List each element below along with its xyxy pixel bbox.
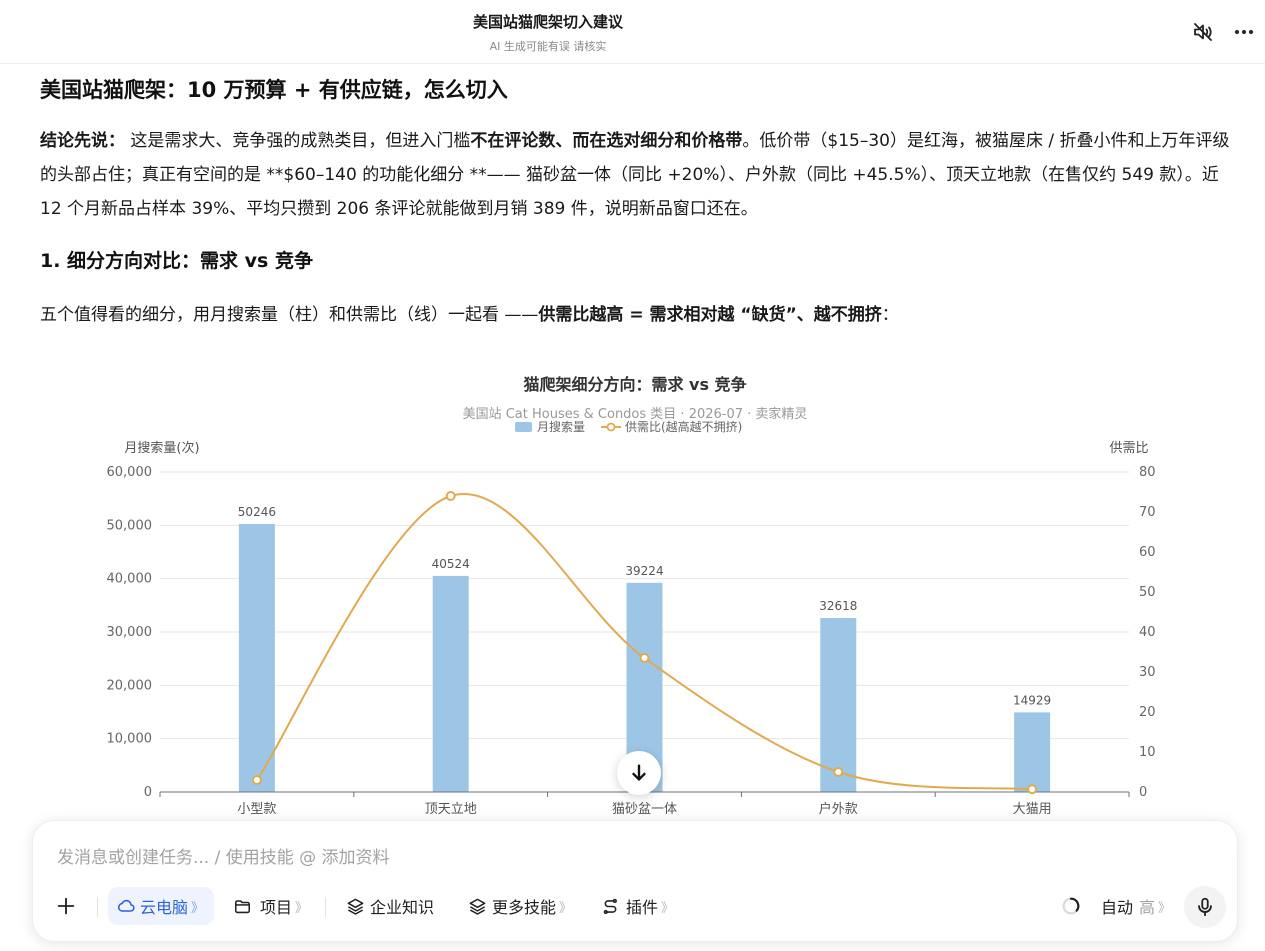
y-tick-label: 20,000 (107, 678, 153, 693)
section-intro-text-2: ： (881, 305, 899, 325)
project-button[interactable]: 项目 》 (233, 887, 308, 925)
legend-bar-label: 月搜索量 (537, 419, 585, 434)
section-intro-text-1: 五个值得看的细分，用月搜索量（柱）和供需比（线）一起看 —— (40, 305, 539, 325)
conversation-title: 美国站猫爬架切入建议 (472, 13, 623, 31)
y2-tick-label: 30 (1139, 665, 1156, 680)
enterprise-knowledge-button[interactable]: 企业知识 (346, 887, 434, 925)
bar-value-label: 40524 (432, 557, 470, 571)
ratio-point-顶天立地 (445, 491, 456, 501)
y2-tick-label: 10 (1139, 745, 1156, 760)
folder-icon (235, 899, 250, 913)
arrow-down-icon (632, 764, 646, 781)
y2-tick-label: 60 (1139, 545, 1156, 560)
microphone-icon (1198, 897, 1212, 917)
more-skills-label: 更多技能 (492, 898, 557, 917)
y2-axis-label: 供需比 (1109, 441, 1148, 456)
chevron-right-icon: 》 (559, 900, 573, 916)
project-label: 项目 (260, 898, 293, 917)
bar-value-label: 50246 (238, 505, 276, 519)
composer-toolbar: 云电脑 》 项目 》 企业知识 更多技能 》 插件 》 自动 高 》 (33, 886, 1239, 928)
level-label: 高 (1139, 898, 1156, 917)
loading-ring-icon (1059, 887, 1083, 925)
legend-line-label: 供需比(越高越不拥挤) (625, 419, 742, 434)
layers-icon (469, 898, 486, 915)
ratio-point-户外款 (833, 767, 844, 777)
chevron-right-icon: 》 (191, 900, 205, 916)
scroll-to-bottom-button[interactable] (617, 751, 661, 795)
y-axis-ticks: 0 10,000 20,000 30,000 40,000 50,000 60,000 (107, 465, 153, 800)
y-tick-label: 0 (144, 785, 152, 800)
y-tick-label: 50,000 (107, 518, 153, 533)
bar-value-label: 32618 (819, 599, 857, 613)
x-tick-label: 猫砂盆一体 (612, 802, 677, 817)
message-input[interactable]: 发消息或创建任务... / 使用技能 @ 添加资料 (57, 843, 390, 868)
top-bar: 美国站猫爬架切入建议 AI 生成可能有误 请核实 (0, 0, 1265, 64)
layers-icon (347, 898, 364, 915)
message-composer: 发消息或创建任务... / 使用技能 @ 添加资料 云电脑 》 项目 》 企业知… (32, 820, 1238, 942)
plugin-icon (603, 898, 617, 914)
chart-title: 猫爬架细分方向：需求 vs 竞争 (523, 375, 746, 394)
ratio-point-猫砂盆一体 (639, 653, 650, 663)
section-intro-emphasis: 供需比越高 = 需求相对越 “缺货”、越不拥挤 (538, 305, 882, 325)
legend-bar-swatch (515, 422, 532, 432)
ratio-point-小型款 (251, 775, 262, 785)
x-tick-label: 小型款 (237, 802, 276, 817)
conclusion-emphasis: 不在评论数、而在选对细分和价格带 (470, 131, 743, 151)
chart-legend[interactable]: 月搜索量 供需比(越高越不拥挤) (515, 419, 742, 434)
y2-tick-label: 0 (1139, 785, 1147, 800)
toolbar-divider (325, 897, 326, 917)
bar-顶天立地 (432, 575, 469, 792)
y-tick-label: 40,000 (107, 572, 153, 587)
speaker-muted-icon[interactable] (1189, 18, 1217, 46)
section-heading: 1. 细分方向对比：需求 vs 竞争 (40, 250, 313, 272)
bar-户外款 (820, 618, 857, 792)
bar-小型款 (238, 524, 275, 792)
conclusion-paragraph: 结论先说： 这是需求大、竞争强的成熟类目，但进入门槛不在评论数、而在选对细分和价… (40, 124, 1230, 226)
chevron-right-icon: 》 (295, 900, 309, 916)
ai-disclaimer: AI 生成可能有误 请核实 (489, 40, 607, 53)
y-axis-label: 月搜索量(次) (124, 440, 199, 456)
conclusion-text-1: 这是需求大、竞争强的成熟类目，但进入门槛 (125, 131, 471, 151)
y2-tick-label: 50 (1139, 585, 1156, 600)
cloud-icon (118, 899, 135, 912)
plugins-label: 插件 (626, 898, 659, 917)
y2-tick-label: 70 (1139, 505, 1156, 520)
x-tick-label: 户外款 (819, 801, 858, 817)
y-tick-label: 60,000 (107, 465, 153, 480)
y-tick-label: 30,000 (107, 625, 153, 640)
plus-icon (57, 897, 75, 915)
voice-input-button[interactable] (1184, 886, 1226, 928)
article-heading: 美国站猫爬架：10 万预算 + 有供应链，怎么切入 (40, 78, 508, 102)
conclusion-lead: 结论先说： (40, 131, 125, 151)
x-tick-label: 顶天立地 (425, 802, 477, 817)
cloud-computer-label: 云电脑 (140, 898, 189, 917)
y2-tick-label: 20 (1139, 705, 1156, 720)
enterprise-knowledge-label: 企业知识 (370, 898, 435, 917)
legend-line-marker (606, 422, 616, 432)
more-horizontal-icon[interactable] (1230, 18, 1258, 46)
plugins-button[interactable]: 插件 》 (601, 887, 674, 925)
model-mode-selector[interactable]: 自动 高 》 (1101, 887, 1171, 925)
chevron-right-icon: 》 (1158, 900, 1172, 916)
bar-value-label: 39224 (625, 564, 663, 578)
y-tick-label: 10,000 (107, 732, 153, 747)
bar-大猫用 (1014, 712, 1051, 792)
toolbar-divider (97, 897, 98, 917)
mode-label: 自动 (1101, 898, 1134, 917)
x-axis-ticks: 小型款 顶天立地 猫砂盆一体 户外款 大猫用 (159, 792, 1130, 817)
y2-axis-ticks: 0 10 20 30 40 50 60 70 80 (1139, 465, 1156, 800)
chevron-right-icon: 》 (661, 900, 675, 916)
cloud-computer-button[interactable]: 云电脑 》 (108, 887, 215, 925)
more-skills-button[interactable]: 更多技能 》 (468, 887, 572, 925)
add-attachment-button[interactable] (53, 887, 79, 925)
ratio-point-大猫用 (1027, 784, 1038, 795)
section-intro: 五个值得看的细分，用月搜索量（柱）和供需比（线）一起看 ——供需比越高 = 需求… (40, 298, 899, 332)
y2-tick-label: 80 (1139, 465, 1156, 480)
x-tick-label: 大猫用 (1013, 802, 1052, 817)
bar-value-label: 14929 (1013, 693, 1051, 707)
y2-tick-label: 40 (1139, 625, 1156, 640)
